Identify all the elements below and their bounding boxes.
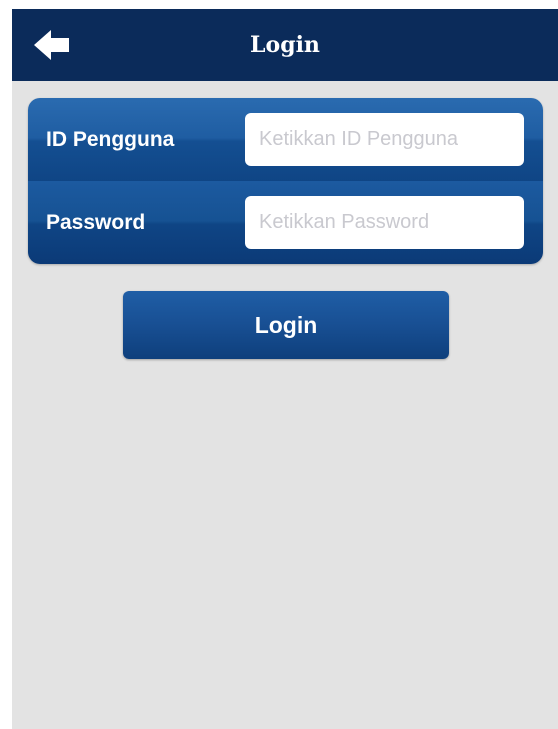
- user-id-input[interactable]: [245, 113, 524, 166]
- login-button[interactable]: Login: [123, 291, 449, 359]
- password-row: Password: [28, 181, 543, 264]
- password-input[interactable]: [245, 196, 524, 249]
- password-label: Password: [46, 211, 146, 234]
- login-form: ID Pengguna Password: [28, 98, 543, 264]
- back-button[interactable]: [32, 27, 72, 63]
- page-title: Login: [250, 32, 320, 58]
- arrow-left-icon: [34, 30, 69, 60]
- navbar: Login: [12, 9, 558, 81]
- login-screen: Login ID Pengguna Password Login: [12, 9, 558, 729]
- user-id-row: ID Pengguna: [28, 98, 543, 181]
- user-id-label: ID Pengguna: [46, 128, 175, 151]
